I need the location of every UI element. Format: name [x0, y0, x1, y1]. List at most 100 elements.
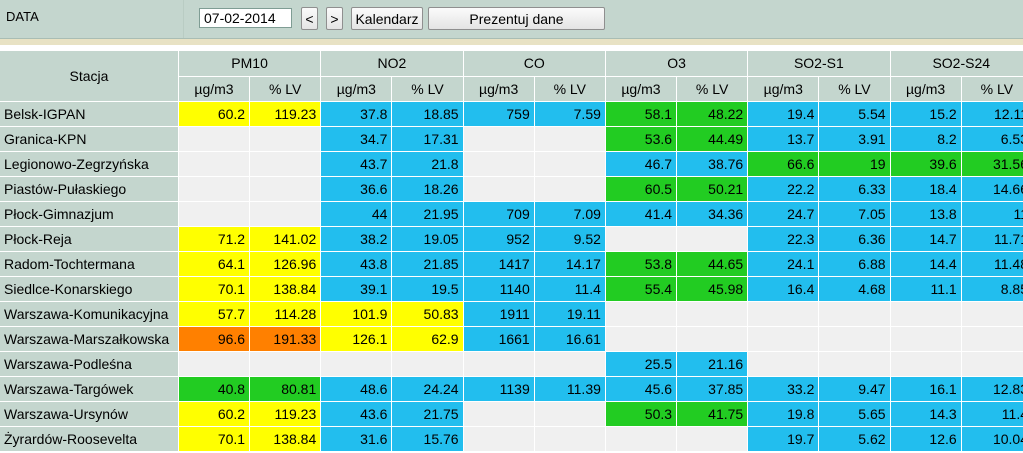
station-name: Legionowo-Zegrzyńska	[0, 151, 179, 177]
value-cell: 37.8	[320, 101, 393, 127]
value-cell: 31.56	[961, 151, 1023, 177]
value-cell: 5.65	[818, 401, 891, 427]
empty-cell	[178, 151, 251, 177]
empty-cell	[605, 326, 678, 352]
pollutant-header: O3	[605, 51, 749, 77]
station-name: Warszawa-Komunikacyjna	[0, 301, 179, 327]
value-cell: 709	[463, 201, 535, 227]
value-cell: 6.33	[818, 176, 891, 202]
value-cell: 18.4	[890, 176, 962, 202]
value-cell: 37.85	[676, 376, 749, 402]
empty-cell	[534, 176, 606, 202]
value-cell: 138.84	[249, 426, 322, 452]
empty-cell	[747, 301, 820, 327]
table-row: Piastów-Pułaskiego 36.6 18.26 60.5 50.21 22.2…	[0, 176, 1023, 202]
value-cell: 48.6	[320, 376, 393, 402]
value-cell: 6.53	[961, 126, 1023, 152]
value-cell: 22.2	[747, 176, 820, 202]
value-cell: 5.54	[818, 101, 891, 127]
value-cell: 50.3	[605, 401, 678, 427]
prev-date-button[interactable]: <	[301, 7, 318, 30]
value-cell: 759	[463, 101, 535, 127]
next-date-button[interactable]: >	[326, 7, 343, 30]
value-cell: 114.28	[249, 301, 322, 327]
empty-cell	[747, 351, 820, 377]
empty-cell	[463, 176, 535, 202]
station-name: Warszawa-Targówek	[0, 376, 179, 402]
station-name: Granica-KPN	[0, 126, 179, 152]
value-cell: 38.76	[676, 151, 749, 177]
value-cell: 21.95	[391, 201, 464, 227]
value-cell: 53.6	[605, 126, 678, 152]
value-cell: 40.8	[178, 376, 251, 402]
empty-cell	[605, 426, 678, 452]
empty-cell	[391, 351, 464, 377]
value-cell: 70.1	[178, 276, 251, 302]
lv-header: % LV	[961, 76, 1023, 102]
present-data-button[interactable]: Prezentuj dane	[428, 7, 605, 30]
empty-cell	[534, 401, 606, 427]
value-cell: 11.1	[890, 276, 962, 302]
empty-cell	[676, 426, 749, 452]
date-input[interactable]	[199, 8, 292, 28]
value-cell: 21.85	[391, 251, 464, 277]
value-cell: 11.71	[961, 226, 1023, 252]
value-cell: 11.4	[961, 401, 1023, 427]
value-cell: 34.7	[320, 126, 393, 152]
value-cell: 41.75	[676, 401, 749, 427]
empty-cell	[463, 401, 535, 427]
station-name: Warszawa-Ursynów	[0, 401, 179, 427]
empty-cell	[463, 426, 535, 452]
station-name: Warszawa-Podleśna	[0, 351, 179, 377]
value-cell: 24.24	[391, 376, 464, 402]
value-cell: 19.11	[534, 301, 606, 327]
empty-cell	[249, 151, 322, 177]
value-cell: 66.6	[747, 151, 820, 177]
value-cell: 21.16	[676, 351, 749, 377]
value-cell: 8.2	[890, 126, 962, 152]
value-cell: 64.1	[178, 251, 251, 277]
value-cell: 21.75	[391, 401, 464, 427]
value-cell: 11.4	[534, 276, 606, 302]
value-cell: 101.9	[320, 301, 393, 327]
value-cell: 9.52	[534, 226, 606, 252]
value-cell: 96.6	[178, 326, 251, 352]
value-cell: 6.36	[818, 226, 891, 252]
measurements-table: Stacja PM10 NO2 CO O3 SO2-S1 SO2-S24 µg/m3% LV µ…	[0, 51, 1023, 452]
station-name: Radom-Tochtermana	[0, 251, 179, 277]
value-cell: 48.22	[676, 101, 749, 127]
value-cell: 7.59	[534, 101, 606, 127]
table-row: Warszawa-Targówek 40.8 80.81 48.6 24.24 1139 1…	[0, 376, 1023, 402]
calendar-button[interactable]: Kalendarz	[351, 7, 423, 30]
empty-cell	[890, 351, 962, 377]
value-cell: 62.9	[391, 326, 464, 352]
value-cell: 19.5	[391, 276, 464, 302]
value-cell: 1140	[463, 276, 535, 302]
empty-cell	[249, 126, 322, 152]
value-cell: 70.1	[178, 426, 251, 452]
value-cell: 46.7	[605, 151, 678, 177]
station-name: Belsk-IGPAN	[0, 101, 179, 127]
value-cell: 12.11	[961, 101, 1023, 127]
value-cell: 11	[961, 201, 1023, 227]
pollutant-header: SO2-S24	[890, 51, 1023, 77]
value-cell: 33.2	[747, 376, 820, 402]
value-cell: 14.66	[961, 176, 1023, 202]
value-cell: 45.98	[676, 276, 749, 302]
empty-cell	[463, 351, 535, 377]
value-cell: 39.1	[320, 276, 393, 302]
value-cell: 6.88	[818, 251, 891, 277]
pollutant-header: CO	[463, 51, 606, 77]
table-row: Płock-Gimnazjum 44 21.95 709 7.09 41.4 34.36 24…	[0, 201, 1023, 227]
value-cell: 3.91	[818, 126, 891, 152]
value-cell: 1911	[463, 301, 535, 327]
value-cell: 13.8	[890, 201, 962, 227]
station-name: Płock-Gimnazjum	[0, 201, 179, 227]
value-cell: 55.4	[605, 276, 678, 302]
unit-header: µg/m3	[890, 76, 962, 102]
value-cell: 36.6	[320, 176, 393, 202]
table-row: Warszawa-Komunikacyjna 57.7 114.28 101.9 50.…	[0, 301, 1023, 327]
unit-header: µg/m3	[320, 76, 393, 102]
empty-cell	[818, 301, 891, 327]
empty-cell	[249, 201, 322, 227]
